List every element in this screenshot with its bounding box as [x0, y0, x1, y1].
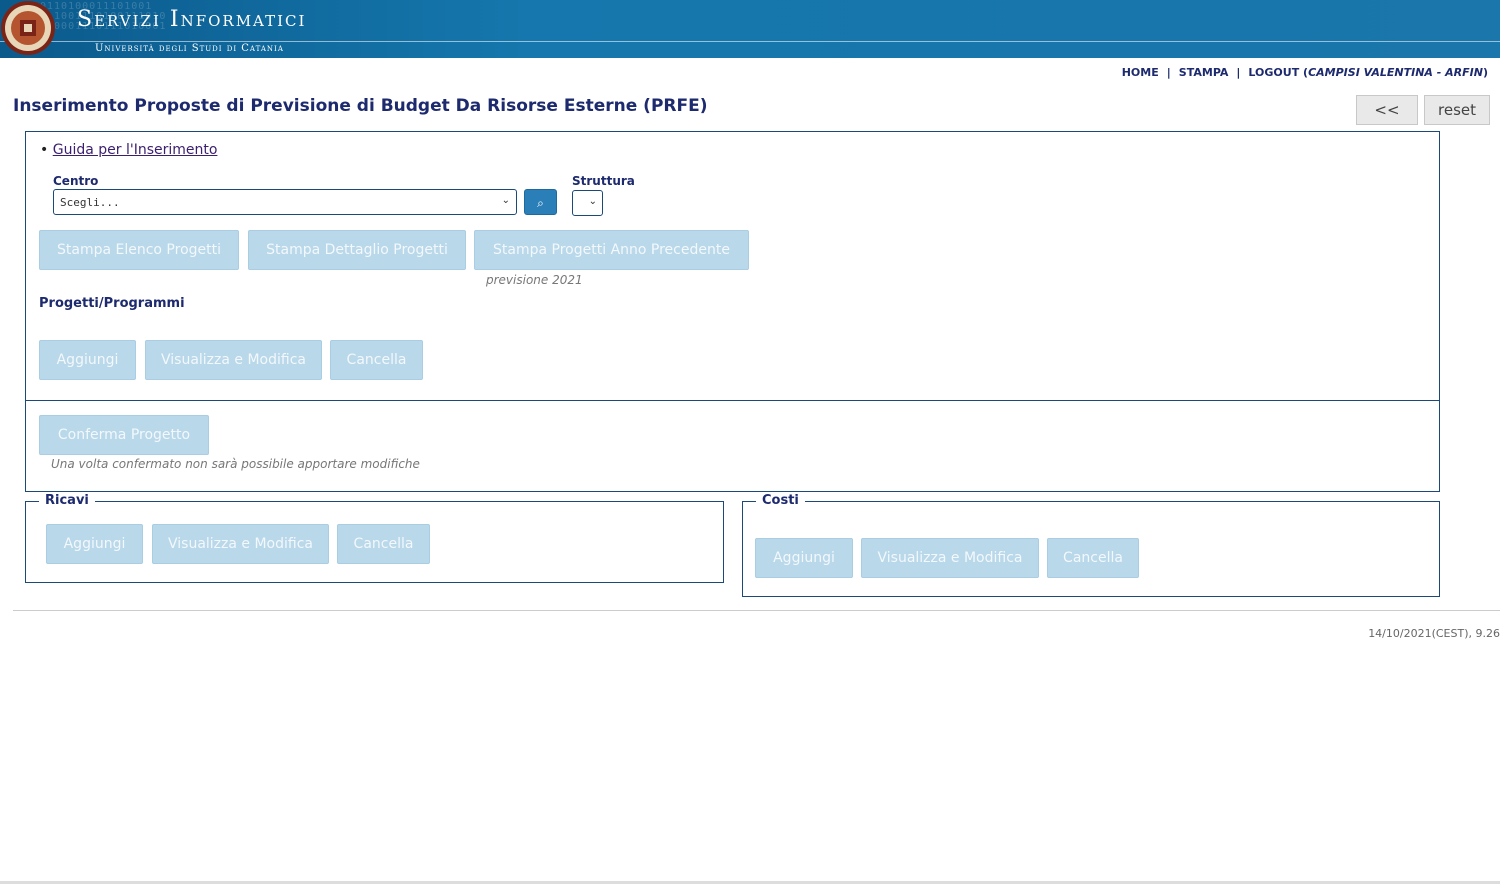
centro-search-button[interactable]: ⌕	[524, 189, 557, 215]
ricavi-aggiungi-button[interactable]: Aggiungi	[46, 524, 143, 564]
progetti-cancella-button[interactable]: Cancella	[330, 340, 423, 380]
top-navigation: HOME | STAMPA | LOGOUT (CAMPISI VALENTINA - …	[1122, 66, 1488, 79]
home-link[interactable]: HOME	[1122, 66, 1159, 79]
nav-separator: |	[1166, 66, 1171, 79]
centro-select-value: Scegli...	[60, 196, 120, 209]
chevron-down-icon: ⌄	[501, 195, 510, 206]
centro-select[interactable]: Scegli... ⌄	[53, 189, 517, 215]
header-banner: 0110100011101001 1001110100111010 000111…	[0, 0, 1500, 58]
university-seal-icon	[1, 1, 55, 55]
costi-cancella-button[interactable]: Cancella	[1047, 538, 1139, 578]
progetti-programmi-label: Progetti/Programmi	[39, 296, 185, 311]
centro-label: Centro	[53, 174, 99, 188]
stampa-link[interactable]: STAMPA	[1179, 66, 1229, 79]
logout-link[interactable]: LOGOUT (CAMPISI VALENTINA - ARFIN)	[1248, 66, 1488, 79]
costi-fieldset: Costi Aggiungi Visualizza e Modifica Can…	[742, 493, 1440, 597]
guide-item: • Guida per l'Inserimento	[40, 142, 217, 158]
back-button[interactable]: <<	[1356, 95, 1418, 125]
page-title: Inserimento Proposte di Previsione di Bu…	[13, 96, 708, 116]
stampa-dettaglio-progetti-button[interactable]: Stampa Dettaglio Progetti	[248, 230, 466, 270]
struttura-label: Struttura	[572, 174, 635, 188]
stampa-elenco-progetti-button[interactable]: Stampa Elenco Progetti	[39, 230, 239, 270]
costi-aggiungi-button[interactable]: Aggiungi	[755, 538, 853, 578]
chevron-down-icon: ⌄	[588, 196, 597, 207]
progetti-visualizza-modifica-button[interactable]: Visualizza e Modifica	[145, 340, 322, 380]
nav-separator: |	[1236, 66, 1241, 79]
costi-legend: Costi	[756, 493, 805, 508]
confirm-panel: Conferma Progetto Una volta confermato n…	[25, 400, 1440, 492]
footer-divider	[13, 610, 1500, 611]
costi-visualizza-modifica-button[interactable]: Visualizza e Modifica	[861, 538, 1039, 578]
ricavi-fieldset: Ricavi Aggiungi Visualizza e Modifica Ca…	[25, 493, 724, 583]
footer-timestamp: 14/10/2021(CEST), 9.26	[1368, 627, 1500, 640]
conferma-progetto-button[interactable]: Conferma Progetto	[39, 415, 209, 455]
stampa-progetti-anno-precedente-button[interactable]: Stampa Progetti Anno Precedente	[474, 230, 749, 270]
anno-precedente-note: previsione 2021	[486, 273, 583, 287]
banner-rule	[0, 41, 1500, 42]
conferma-note: Una volta confermato non sarà possibile …	[51, 457, 420, 471]
reset-button[interactable]: reset	[1424, 95, 1490, 125]
search-icon: ⌕	[537, 196, 544, 210]
header-subtitle: Università degli Studi di Catania	[95, 43, 284, 54]
progetti-aggiungi-button[interactable]: Aggiungi	[39, 340, 136, 380]
user-name: CAMPISI VALENTINA - ARFIN	[1308, 66, 1483, 79]
header-title: Servizi Informatici	[77, 7, 307, 32]
struttura-select[interactable]: ⌄	[572, 190, 603, 216]
main-form-panel: • Guida per l'Inserimento Centro Scegli.…	[25, 131, 1440, 401]
ricavi-visualizza-modifica-button[interactable]: Visualizza e Modifica	[152, 524, 329, 564]
guide-link[interactable]: Guida per l'Inserimento	[53, 142, 218, 158]
ricavi-legend: Ricavi	[39, 493, 95, 508]
logout-label: LOGOUT	[1248, 66, 1300, 79]
ricavi-cancella-button[interactable]: Cancella	[337, 524, 430, 564]
bullet-icon: •	[40, 142, 49, 158]
